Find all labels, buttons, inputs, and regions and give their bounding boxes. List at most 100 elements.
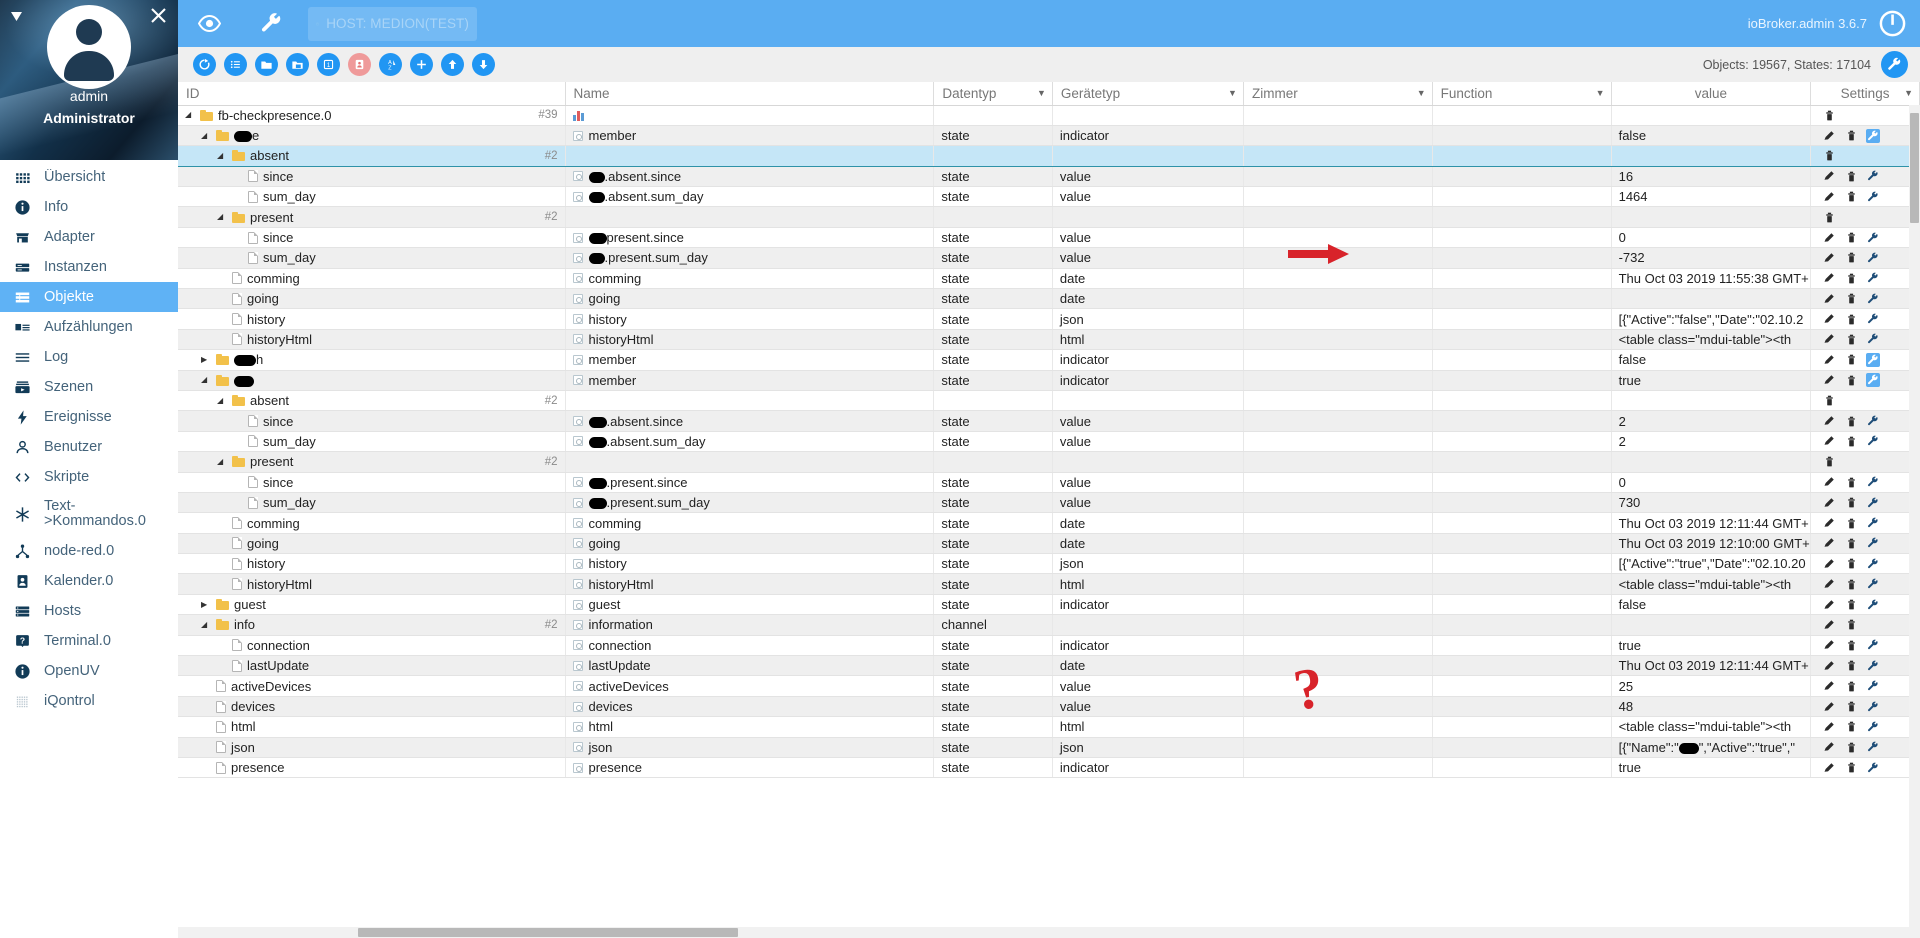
table-row[interactable]: since present.since state value 0 [178, 227, 1920, 249]
delete-row-button[interactable] [1844, 761, 1858, 775]
row-settings-button[interactable] [1866, 373, 1881, 388]
delete-row-button[interactable] [1844, 434, 1858, 448]
collapse-arrow-icon[interactable]: ◢ [201, 620, 211, 629]
row-settings-button[interactable] [1866, 475, 1880, 489]
edit-row-button[interactable] [1822, 496, 1836, 510]
sidebar-item-log[interactable]: Log [0, 342, 178, 372]
export-button[interactable] [472, 53, 495, 76]
sidebar-item-adapter[interactable]: Adapter [0, 222, 178, 252]
table-row[interactable]: going going state date [178, 288, 1920, 310]
delete-row-button[interactable] [1844, 231, 1858, 245]
refresh-button[interactable] [193, 53, 216, 76]
delete-row-button[interactable] [1844, 557, 1858, 571]
column-header-datentyp[interactable]: Datentyp ▼ [933, 82, 1053, 106]
edit-row-button[interactable] [1822, 598, 1836, 612]
edit-row-button[interactable] [1822, 373, 1836, 387]
edit-row-button[interactable] [1822, 740, 1836, 754]
table-row[interactable]: comming comming state date Thu Oct 03 2019 1… [178, 268, 1920, 290]
table-row[interactable]: lastUpdate lastUpdate state date Thu Oct 03 … [178, 655, 1920, 677]
delete-row-button[interactable] [1844, 373, 1858, 387]
table-row[interactable]: ◢ present #2 [178, 206, 1920, 228]
table-row[interactable]: presence presence state indicator true [178, 757, 1920, 779]
collapse-arrow-icon[interactable]: ◢ [201, 376, 211, 384]
delete-row-button[interactable] [1844, 679, 1858, 693]
edit-row-button[interactable] [1822, 618, 1836, 632]
table-row[interactable]: since .absent.since state value 2 [178, 410, 1920, 432]
sidebar-item-kalender-0[interactable]: Kalender.0 [0, 566, 178, 596]
delete-row-button[interactable] [1844, 700, 1858, 714]
one-level-button[interactable]: 1 [317, 53, 340, 76]
edit-row-button[interactable] [1822, 190, 1836, 204]
table-row[interactable]: connection connection state indicator true [178, 635, 1920, 657]
column-header-value[interactable]: value [1611, 82, 1812, 106]
table-row[interactable]: sum_day .present.sum_day state value -732 [178, 247, 1920, 269]
sidebar-item-node-red-0[interactable]: node-red.0 [0, 536, 178, 566]
table-row[interactable]: going going state date Thu Oct 03 2019 12:10… [178, 533, 1920, 555]
expand-arrow-icon[interactable]: ▶ [201, 355, 211, 364]
edit-row-button[interactable] [1822, 332, 1836, 346]
column-header-settings[interactable]: Settings ▼ [1810, 82, 1920, 106]
expand-arrow-icon[interactable]: ▶ [201, 600, 211, 609]
table-row[interactable]: sum_day .absent.sum_day state value 2 [178, 431, 1920, 453]
edit-row-button[interactable] [1822, 271, 1836, 285]
row-settings-button[interactable] [1866, 720, 1880, 734]
caret-down-icon[interactable] [8, 8, 25, 25]
row-settings-button[interactable] [1866, 638, 1880, 652]
sidebar-item-aufz-hlungen[interactable]: Aufzählungen [0, 312, 178, 342]
edit-row-button[interactable] [1822, 475, 1836, 489]
iobroker-logo-icon[interactable] [1879, 10, 1906, 37]
delete-row-button[interactable] [1822, 455, 1836, 469]
edit-row-button[interactable] [1822, 659, 1836, 673]
row-settings-button[interactable] [1866, 679, 1880, 693]
row-settings-button[interactable] [1866, 292, 1880, 306]
column-header-id[interactable]: ID [178, 82, 566, 106]
row-settings-button[interactable] [1866, 598, 1880, 612]
delete-row-button[interactable] [1844, 353, 1858, 367]
edit-row-button[interactable] [1822, 536, 1836, 550]
collapse-arrow-icon[interactable]: ◢ [217, 457, 227, 466]
column-filter-icon[interactable]: ▼ [1037, 88, 1046, 98]
table-row[interactable]: ◢ present #2 [178, 451, 1920, 473]
row-settings-button[interactable] [1866, 312, 1880, 326]
edit-row-button[interactable] [1822, 761, 1836, 775]
import-button[interactable] [441, 53, 464, 76]
row-settings-button[interactable] [1866, 190, 1880, 204]
delete-row-button[interactable] [1822, 394, 1836, 408]
table-row[interactable]: ◢ absent #2 [178, 390, 1920, 412]
sidebar-item-terminal-0[interactable]: ? Terminal.0 [0, 626, 178, 656]
column-filter-icon[interactable]: ▼ [1596, 88, 1605, 98]
row-settings-button[interactable] [1866, 352, 1881, 367]
sidebar-item-iqontrol[interactable]: iQontrol [0, 686, 178, 716]
table-row[interactable]: since .absent.since state value 16 [178, 166, 1920, 188]
row-settings-button[interactable] [1866, 271, 1880, 285]
sidebar-item-ereignisse[interactable]: Ereignisse [0, 402, 178, 432]
delete-row-button[interactable] [1844, 190, 1858, 204]
edit-row-button[interactable] [1822, 577, 1836, 591]
edit-row-button[interactable] [1822, 231, 1836, 245]
sidebar-item-skripte[interactable]: Skripte [0, 462, 178, 492]
delete-row-button[interactable] [1844, 516, 1858, 530]
row-settings-button[interactable] [1866, 434, 1880, 448]
collapse-all-button[interactable] [286, 53, 309, 76]
row-settings-button[interactable] [1866, 761, 1880, 775]
row-settings-button[interactable] [1866, 659, 1880, 673]
delete-row-button[interactable] [1844, 129, 1858, 143]
table-row[interactable]: historyHtml historyHtml state html <table cl… [178, 329, 1920, 351]
sidebar-item-hosts[interactable]: Hosts [0, 596, 178, 626]
row-settings-button[interactable] [1866, 577, 1880, 591]
collapse-arrow-icon[interactable]: ◢ [217, 396, 227, 405]
table-row[interactable]: comming comming state date Thu Oct 03 2019 1… [178, 512, 1920, 534]
table-row[interactable]: sum_day .absent.sum_day state value 1464 [178, 186, 1920, 208]
table-row[interactable]: ▶ guest guest state indicator false [178, 594, 1920, 616]
edit-row-button[interactable] [1822, 129, 1836, 143]
delete-row-button[interactable] [1844, 740, 1858, 754]
edit-row-button[interactable] [1822, 414, 1836, 428]
column-filter-icon[interactable]: ▼ [1228, 88, 1237, 98]
table-row[interactable]: devices devices state value 48 [178, 696, 1920, 718]
delete-row-button[interactable] [1844, 598, 1858, 612]
sort-button[interactable]: AZ [379, 53, 402, 76]
collapse-arrow-icon[interactable]: ◢ [185, 111, 195, 119]
edit-row-button[interactable] [1822, 700, 1836, 714]
delete-row-button[interactable] [1844, 292, 1858, 306]
horizontal-scrollbar-thumb[interactable] [358, 928, 738, 937]
